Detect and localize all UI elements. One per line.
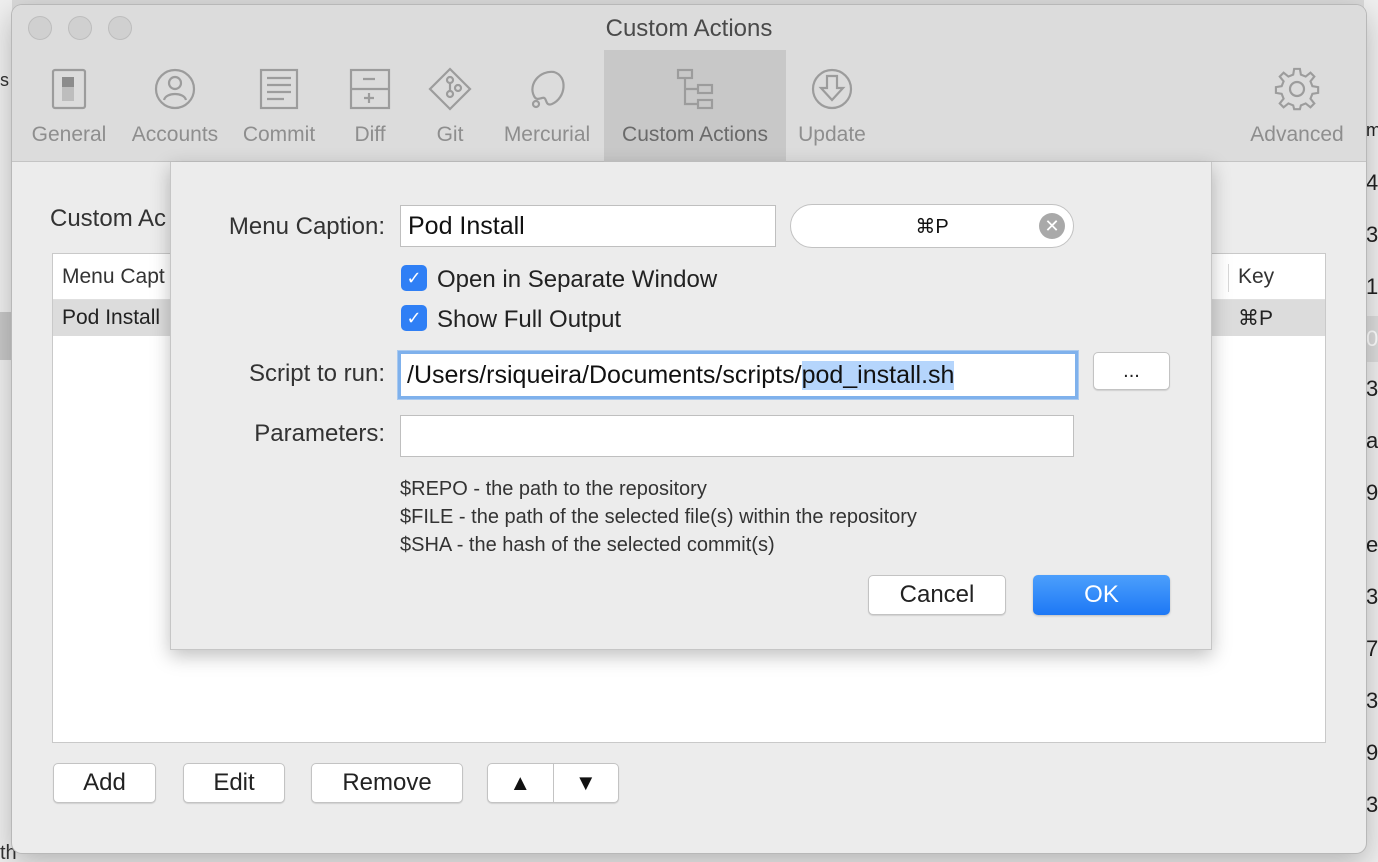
menu-caption-field[interactable]: Pod Install — [400, 205, 776, 247]
advanced-gear-icon — [1272, 64, 1322, 114]
tab-update[interactable]: Update — [790, 50, 874, 162]
column-header-key[interactable]: Key — [1238, 265, 1274, 289]
move-down-button[interactable]: ▼ — [552, 764, 619, 802]
background-row-highlight — [0, 312, 12, 360]
edit-action-sheet: Menu Caption: Pod Install ⌘P ✕ ✓ Open in… — [170, 162, 1212, 650]
tab-commit[interactable]: Commit — [236, 50, 322, 162]
column-divider — [1228, 264, 1229, 292]
background-text-fragment: 3 — [1366, 376, 1378, 401]
row-key: ⌘P — [1238, 307, 1274, 330]
variables-help: $REPO - the path to the repository $FILE… — [400, 475, 917, 559]
shortcut-recorder[interactable]: ⌘P ✕ — [790, 204, 1074, 248]
parameters-field[interactable] — [400, 415, 1074, 457]
clear-shortcut-icon[interactable]: ✕ — [1039, 213, 1065, 239]
general-switch-icon — [44, 64, 94, 114]
background-text-fragment: 9 — [1366, 740, 1378, 765]
background-text-fragment: 9c — [1366, 480, 1378, 505]
background-text-fragment: 3f — [1366, 688, 1378, 713]
tab-label: Mercurial — [503, 123, 591, 146]
commit-document-icon — [254, 64, 304, 114]
tab-label: Diff — [354, 123, 386, 146]
mercurial-drop-icon — [522, 64, 572, 114]
background-text-fragment: 7 — [1366, 636, 1378, 661]
edit-button[interactable]: Edit — [183, 763, 285, 803]
tab-custom-actions[interactable]: Custom Actions — [604, 50, 786, 162]
preferences-window: Custom Actions General Accounts Commit D… — [12, 5, 1366, 853]
browse-script-button[interactable]: ... — [1093, 352, 1170, 390]
tab-mercurial[interactable]: Mercurial — [494, 50, 600, 162]
background-text-fragment: 3 — [1366, 584, 1378, 609]
tab-general[interactable]: General — [22, 50, 116, 162]
background-text-fragment: al — [1366, 428, 1378, 453]
help-line-file: $FILE - the path of the selected file(s)… — [400, 506, 917, 528]
reorder-segmented-control: ▲ ▼ — [487, 763, 619, 803]
tab-label: Advanced — [1250, 123, 1344, 146]
shortcut-value: ⌘P — [915, 215, 949, 238]
open-separate-window-checkbox[interactable]: ✓ — [401, 265, 427, 291]
tab-git[interactable]: Git — [414, 50, 486, 162]
help-line-sha: $SHA - the hash of the selected commit(s… — [400, 534, 775, 556]
cancel-button[interactable]: Cancel — [868, 575, 1006, 615]
tab-label: Commit — [242, 123, 316, 146]
window-title: Custom Actions — [605, 15, 773, 42]
tab-label: General — [31, 123, 107, 146]
script-to-run-label: Script to run: — [248, 360, 385, 387]
tab-label: Update — [798, 123, 866, 146]
script-path-prefix: /Users/rsiqueira/Documents/scripts/ — [407, 360, 802, 389]
background-text-fragment: 4e — [1366, 170, 1378, 195]
preferences-toolbar: Custom Actions General Accounts Commit D… — [12, 5, 1366, 162]
row-caption: Pod Install — [62, 306, 161, 329]
update-download-icon — [807, 64, 857, 114]
tab-label: Git — [436, 123, 464, 146]
open-separate-window-label[interactable]: Open in Separate Window — [437, 266, 717, 294]
diff-panel-icon — [345, 64, 395, 114]
background-text-fragment: 3 — [1366, 792, 1378, 817]
parameters-label: Parameters: — [254, 420, 385, 447]
show-full-output-checkbox[interactable]: ✓ — [401, 305, 427, 331]
background-text-fragment: 0 — [1366, 326, 1378, 351]
tab-accounts[interactable]: Accounts — [122, 50, 228, 162]
menu-caption-label: Menu Caption: — [228, 213, 385, 240]
help-line-repo: $REPO - the path to the repository — [400, 478, 707, 500]
background-window-left: s — [0, 0, 12, 862]
section-title: Custom Ac — [50, 205, 167, 232]
show-full-output-label[interactable]: Show Full Output — [437, 306, 621, 334]
background-text-fragment: 1 — [1366, 274, 1378, 299]
tab-diff[interactable]: Diff — [330, 50, 410, 162]
ok-button[interactable]: OK — [1033, 575, 1170, 615]
background-text-fragment: 3f — [1366, 222, 1378, 247]
tab-advanced[interactable]: Advanced — [1242, 50, 1352, 162]
background-window-right: m 4e 3f 1 0 3 al 9c e 3 7 3f 9 3 — [1364, 0, 1378, 862]
background-text-fragment: e — [1366, 532, 1378, 557]
git-diamond-icon — [425, 64, 475, 114]
script-path-field[interactable]: /Users/rsiqueira/Documents/scripts/pod_i… — [398, 351, 1078, 399]
tab-label: Accounts — [131, 123, 219, 146]
remove-button[interactable]: Remove — [311, 763, 463, 803]
tab-label: Custom Actions — [622, 123, 768, 146]
custom-actions-tree-icon — [670, 64, 720, 114]
background-text-fragment: m — [1366, 120, 1378, 140]
accounts-person-icon — [150, 64, 200, 114]
background-text-fragment: s — [0, 70, 9, 90]
column-header-menu-caption[interactable]: Menu Capt — [62, 265, 165, 289]
move-up-button[interactable]: ▲ — [488, 764, 553, 802]
script-path-selected: pod_install.sh — [801, 360, 955, 390]
add-button[interactable]: Add — [53, 763, 156, 803]
